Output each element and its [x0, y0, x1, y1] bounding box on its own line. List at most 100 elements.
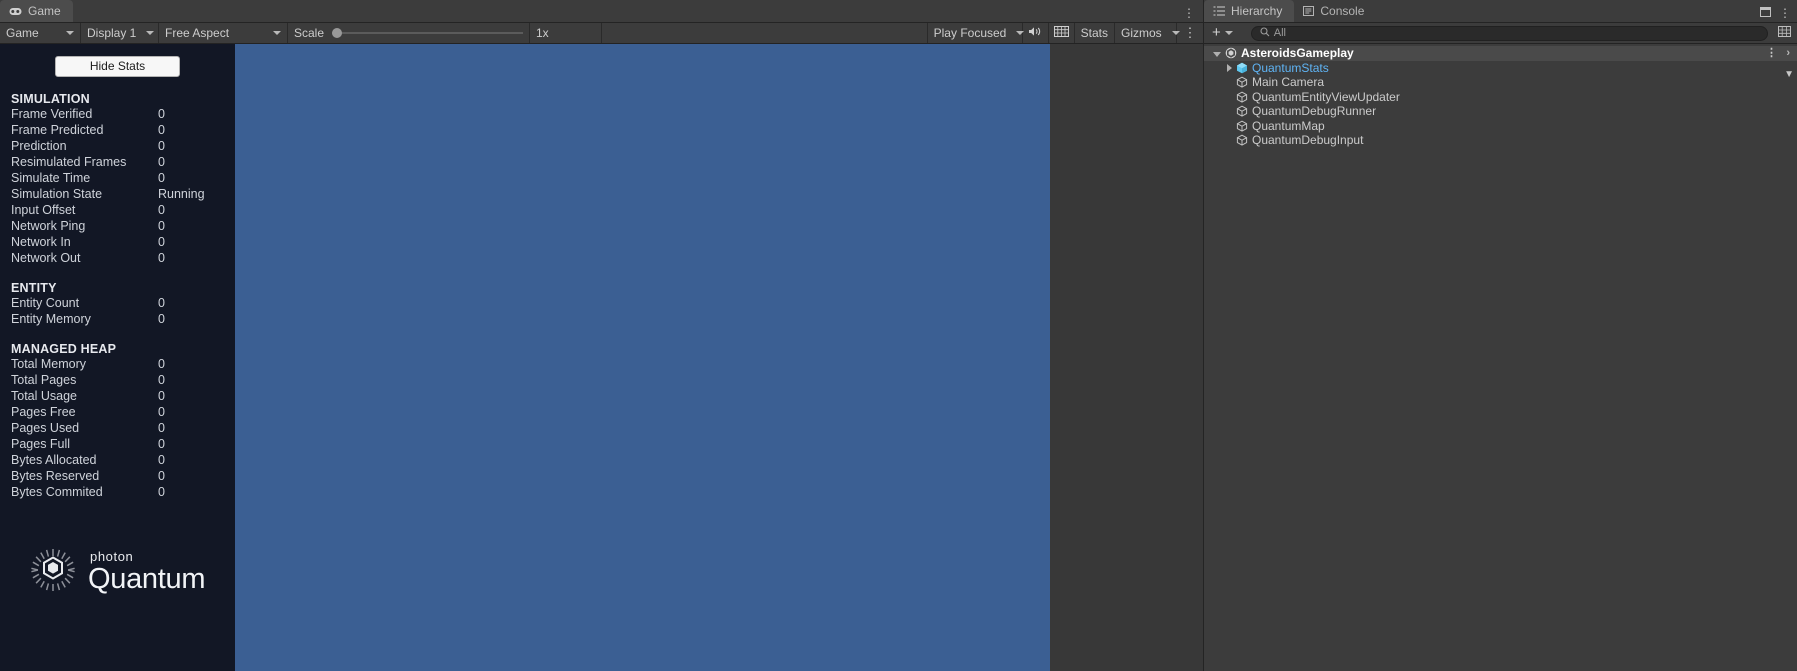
- tree-row-quantumdebugrunner[interactable]: QuantumDebugRunner: [1204, 104, 1797, 119]
- kebab-menu-icon[interactable]: ⋮: [1779, 7, 1791, 19]
- play-mode-dropdown[interactable]: Play Focused: [928, 23, 1025, 43]
- stat-row: Bytes Commited 0: [0, 484, 235, 500]
- tree-row-quantummap[interactable]: QuantumMap: [1204, 119, 1797, 134]
- chevron-down-icon: [66, 31, 74, 35]
- stat-value: Running: [158, 187, 205, 201]
- mute-audio-button[interactable]: [1023, 23, 1049, 43]
- stat-label: Simulate Time: [11, 171, 91, 185]
- stat-label: Entity Memory: [11, 312, 91, 326]
- aspect-grid-button[interactable]: [1049, 23, 1075, 43]
- stat-value: 0: [158, 235, 165, 249]
- stat-row: Pages Used 0: [0, 420, 235, 436]
- stat-value: 0: [158, 139, 165, 153]
- stat-label: Bytes Reserved: [11, 469, 100, 483]
- stat-value: 0: [158, 357, 165, 371]
- tab-game-label: Game: [28, 4, 61, 18]
- search-placeholder: All: [1273, 27, 1286, 39]
- stat-value: 0: [158, 251, 165, 265]
- display-dropdown[interactable]: Display 1: [81, 23, 159, 43]
- gizmos-button[interactable]: Gizmos: [1115, 23, 1180, 43]
- window-controls: ⋮: [1760, 4, 1791, 22]
- stat-row: Input Offset 0: [0, 202, 235, 218]
- stats-section-simulation: Frame Verified 0 Frame Predicted 0 Predict…: [0, 106, 235, 266]
- tree-row-label: Main Camera: [1252, 75, 1325, 90]
- hierarchy-toolbar: + All: [1204, 23, 1797, 44]
- chevron-down-icon: [1224, 31, 1233, 35]
- stat-row: Entity Count 0: [0, 295, 235, 311]
- scale-slider[interactable]: Scale: [288, 23, 530, 43]
- stat-value: 0: [158, 421, 165, 435]
- maximize-icon[interactable]: [1760, 4, 1771, 22]
- speaker-icon: [1028, 26, 1042, 40]
- stat-value: 0: [158, 485, 165, 499]
- kebab-menu-icon[interactable]: ⋮: [1183, 7, 1195, 19]
- play-mode-label: Play Focused: [933, 26, 1007, 40]
- stat-row: Network In 0: [0, 234, 235, 250]
- stats-button[interactable]: Stats: [1075, 23, 1115, 43]
- chevron-right-icon[interactable]: ›: [1786, 47, 1790, 59]
- stat-value: 0: [158, 123, 165, 137]
- view-dropdown-label: Game: [6, 26, 39, 40]
- tab-console[interactable]: Console: [1294, 0, 1376, 22]
- tab-game[interactable]: Game: [0, 0, 73, 22]
- stat-label: Total Usage: [11, 389, 78, 403]
- photon-quantum-logo-icon: [30, 547, 76, 596]
- tree-row-main-camera[interactable]: Main Camera: [1204, 75, 1797, 90]
- kebab-menu-icon: ⋮: [1183, 25, 1197, 40]
- stat-label: Bytes Allocated: [11, 453, 97, 467]
- stat-value: 0: [158, 107, 165, 121]
- stat-row: Resimulated Frames 0: [0, 154, 235, 170]
- add-gameobject-button[interactable]: +: [1212, 25, 1233, 40]
- gameobject-icon: [1236, 105, 1248, 117]
- game-options-button[interactable]: ⋮: [1177, 23, 1203, 43]
- chevron-down-icon: [273, 31, 281, 35]
- tree-row-quantumdebuginput[interactable]: QuantumDebugInput: [1204, 133, 1797, 148]
- stat-row: Entity Memory 0: [0, 311, 235, 327]
- stat-label: Total Pages: [11, 373, 77, 387]
- stat-value: 0: [158, 296, 165, 310]
- stat-row: Pages Full 0: [0, 436, 235, 452]
- aspect-dropdown[interactable]: Free Aspect: [159, 23, 288, 43]
- scale-slider-knob[interactable]: [332, 28, 343, 38]
- gameobject-icon: [1236, 134, 1248, 146]
- game-tabstrip: Game ⋮: [0, 0, 1203, 23]
- stat-row: Simulate Time 0: [0, 170, 235, 186]
- stat-value: 0: [158, 155, 165, 169]
- game-render-area[interactable]: [235, 44, 1050, 671]
- stat-value: 0: [158, 453, 165, 467]
- stat-value: 0: [158, 203, 165, 217]
- kebab-menu-icon[interactable]: ⋮: [1766, 47, 1777, 58]
- game-viewport[interactable]: Hide Stats SIMULATION Frame Verified 0 Fr…: [0, 44, 1203, 671]
- game-toolbar: Game Display 1 Free Aspect Scale 1x Play…: [0, 23, 1203, 44]
- stat-label: Network Ping: [11, 219, 86, 233]
- scale-slider-track[interactable]: [332, 28, 523, 38]
- stats-section-entity: Entity Count 0 Entity Memory 0: [0, 295, 235, 327]
- display-dropdown-label: Display 1: [87, 26, 137, 40]
- tree-row-quantumstats[interactable]: QuantumStats: [1204, 61, 1797, 76]
- stat-label: Input Offset: [11, 203, 76, 217]
- stat-label: Prediction: [11, 139, 67, 153]
- scroll-indicator-icon[interactable]: ▼: [1784, 69, 1794, 80]
- stat-value: 0: [158, 389, 165, 403]
- gameobject-icon: [1236, 76, 1248, 88]
- stat-row: Total Memory 0: [0, 356, 235, 372]
- hierarchy-tree[interactable]: AsteroidsGameplay › ⋮ QuantumStats Main …: [1204, 44, 1797, 671]
- hierarchy-icon: [1213, 6, 1225, 16]
- view-dropdown[interactable]: Game: [0, 23, 81, 43]
- layers-icon[interactable]: [1778, 24, 1791, 42]
- tree-row-label: QuantumMap: [1252, 118, 1325, 133]
- chevron-right-icon[interactable]: [1227, 63, 1232, 72]
- tree-row-quantumentityviewupdater[interactable]: QuantumEntityViewUpdater: [1204, 90, 1797, 105]
- grid-icon: [1053, 26, 1069, 40]
- toolbar-spacer: [602, 23, 928, 43]
- chevron-down-icon[interactable]: [1213, 51, 1221, 57]
- stat-row: Frame Verified 0: [0, 106, 235, 122]
- stat-label: Simulation State: [11, 187, 103, 201]
- stat-label: Entity Count: [11, 296, 80, 310]
- tab-hierarchy[interactable]: Hierarchy: [1204, 0, 1295, 22]
- search-input[interactable]: All: [1250, 25, 1768, 41]
- tree-row-scene[interactable]: AsteroidsGameplay › ⋮: [1204, 46, 1797, 61]
- stat-value: 0: [158, 469, 165, 483]
- tab-hierarchy-label: Hierarchy: [1231, 4, 1283, 18]
- hide-stats-button[interactable]: Hide Stats: [55, 56, 180, 77]
